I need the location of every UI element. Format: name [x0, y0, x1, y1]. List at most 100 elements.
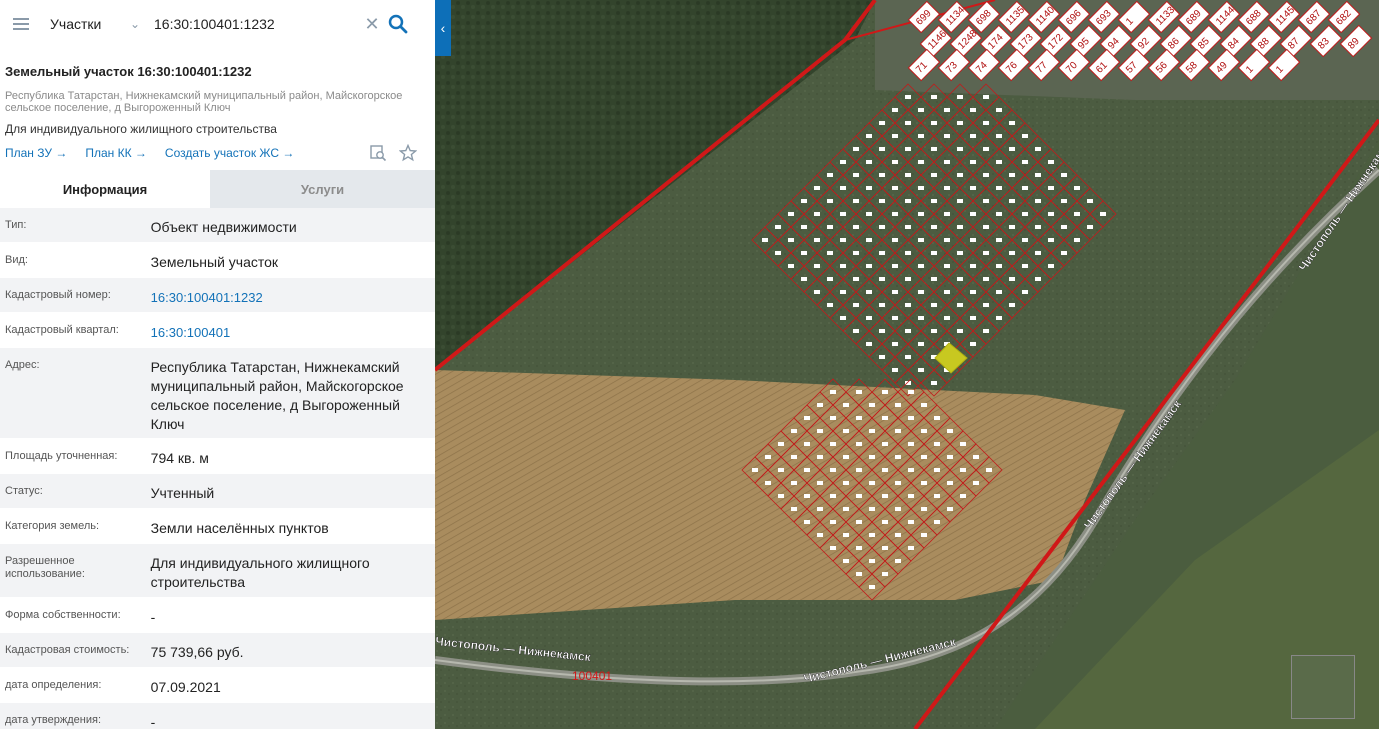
parcel-number-marker — [947, 481, 953, 485]
tab-services[interactable]: Услуги — [210, 170, 435, 208]
parcel-number-marker — [856, 520, 862, 524]
parcel-number-marker — [817, 507, 823, 511]
parcel-number-marker — [905, 277, 911, 281]
link-plan-zu[interactable]: План ЗУ → — [5, 146, 67, 160]
info-label: Площадь уточненная: — [5, 450, 118, 462]
parcel-number-marker — [827, 277, 833, 281]
parcel-number-marker — [970, 238, 976, 242]
parcel-number-marker — [934, 468, 940, 472]
info-label: Форма собственности: — [5, 609, 121, 621]
parcel-number-marker — [801, 225, 807, 229]
cadastral-number-link[interactable]: 16:30:100401:1232 — [151, 278, 430, 312]
parcel-number-marker — [944, 160, 950, 164]
parcel-number-marker — [830, 390, 836, 394]
satellite-map[interactable]: 699 1134 698 1135 1140 696 693 1 1133 689 1144 688 1… — [435, 0, 1379, 729]
info-label: Кадастровая стоимость: — [5, 644, 130, 656]
parcel-number-marker — [1022, 134, 1028, 138]
parcel-number-marker — [996, 108, 1002, 112]
parcel-number-marker — [830, 468, 836, 472]
find-on-map-icon[interactable] — [369, 144, 387, 162]
parcel-number-marker — [996, 186, 1002, 190]
parcel-number-marker — [983, 329, 989, 333]
parcel-number-marker — [1035, 199, 1041, 203]
parcel-number-marker — [866, 186, 872, 190]
parcel-number-marker — [843, 533, 849, 537]
parcel-number-marker — [814, 238, 820, 242]
parcel-number-marker — [791, 429, 797, 433]
parcel-number-marker — [895, 455, 901, 459]
parcel-number-marker — [892, 316, 898, 320]
link-create-zs[interactable]: Создать участок ЖС → — [165, 146, 294, 160]
layer-select[interactable]: Участки — [50, 16, 130, 32]
parcel-number-marker — [827, 225, 833, 229]
parcel-number-marker — [856, 572, 862, 576]
parcel-number-marker — [892, 134, 898, 138]
parcel-number-marker — [1035, 147, 1041, 151]
parcel-number-marker — [970, 108, 976, 112]
parcel-number-marker — [957, 173, 963, 177]
parcel-number-marker — [996, 316, 1002, 320]
parcel-number-marker — [814, 264, 820, 268]
parcel-number-marker — [944, 212, 950, 216]
parcel-number-marker — [934, 416, 940, 420]
parcel-number-marker — [931, 95, 937, 99]
parcel-number-marker — [960, 494, 966, 498]
map-view[interactable]: 699 1134 698 1135 1140 696 693 1 1133 689 1144 688 1… — [435, 0, 1379, 729]
parcel-number-marker — [866, 342, 872, 346]
parcel-number-marker — [957, 225, 963, 229]
parcel-number-marker — [921, 507, 927, 511]
link-plan-kk[interactable]: План КК → — [85, 146, 147, 160]
parcel-number-marker — [1009, 277, 1015, 281]
parcel-number-marker — [931, 251, 937, 255]
info-value: 75 739,66 руб. — [150, 644, 244, 660]
parcel-number-marker — [882, 520, 888, 524]
parcel-number-marker — [931, 121, 937, 125]
parcel-number-marker — [934, 494, 940, 498]
search-icon[interactable] — [386, 12, 410, 36]
info-label: Разрешенное использование: — [5, 555, 85, 580]
parcel-number-marker — [882, 572, 888, 576]
parcel-number-marker — [856, 442, 862, 446]
info-row: дата определения: 07.09.2021 — [0, 668, 435, 703]
star-icon[interactable] — [399, 144, 417, 162]
object-address: Республика Татарстан, Нижнекамский муниц… — [5, 90, 403, 114]
parcel-number-marker — [866, 134, 872, 138]
parcel-number-marker — [1022, 264, 1028, 268]
minimap-toggle[interactable] — [1291, 655, 1355, 719]
collapse-arrow-icon[interactable]: ‹ — [435, 0, 451, 56]
parcel-number-marker — [791, 507, 797, 511]
info-row: Категория земель: Земли населённых пункт… — [0, 509, 435, 544]
parcel-number-marker — [869, 455, 875, 459]
parcel-number-marker — [856, 546, 862, 550]
parcel-number-marker — [804, 494, 810, 498]
hamburger-icon[interactable] — [13, 18, 29, 30]
parcel-number-marker — [918, 160, 924, 164]
parcel-number-marker — [921, 481, 927, 485]
close-icon[interactable]: ✕ — [362, 14, 382, 35]
parcel-number-marker — [960, 442, 966, 446]
parcel-number-marker — [957, 277, 963, 281]
cadastral-quarter-link[interactable]: 16:30:100401 — [151, 313, 430, 347]
parcel-number-marker — [921, 429, 927, 433]
parcel-number-marker — [944, 290, 950, 294]
info-value: Для индивидуального жилищного строительс… — [150, 555, 370, 590]
tab-information[interactable]: Информация — [0, 170, 210, 208]
parcel-number-marker — [931, 329, 937, 333]
parcel-number-marker — [970, 186, 976, 190]
parcel-number-marker — [791, 481, 797, 485]
parcel-number-marker — [866, 316, 872, 320]
parcel-number-marker — [957, 303, 963, 307]
parcel-number-marker — [986, 468, 992, 472]
parcel-number-marker — [973, 481, 979, 485]
chevron-down-icon[interactable]: ⌄ — [130, 17, 154, 31]
search-input[interactable] — [154, 16, 354, 32]
info-label: Тип: — [5, 219, 27, 231]
parcel-number-marker — [856, 494, 862, 498]
parcel-number-marker — [970, 212, 976, 216]
parcel-number-marker — [840, 264, 846, 268]
parcel-number-marker — [957, 95, 963, 99]
info-row: Кадастровая стоимость: 75 739,66 руб. — [0, 633, 435, 668]
parcel-number-marker — [788, 238, 794, 242]
parcel-number-marker — [840, 238, 846, 242]
parcel-number-marker — [905, 225, 911, 229]
